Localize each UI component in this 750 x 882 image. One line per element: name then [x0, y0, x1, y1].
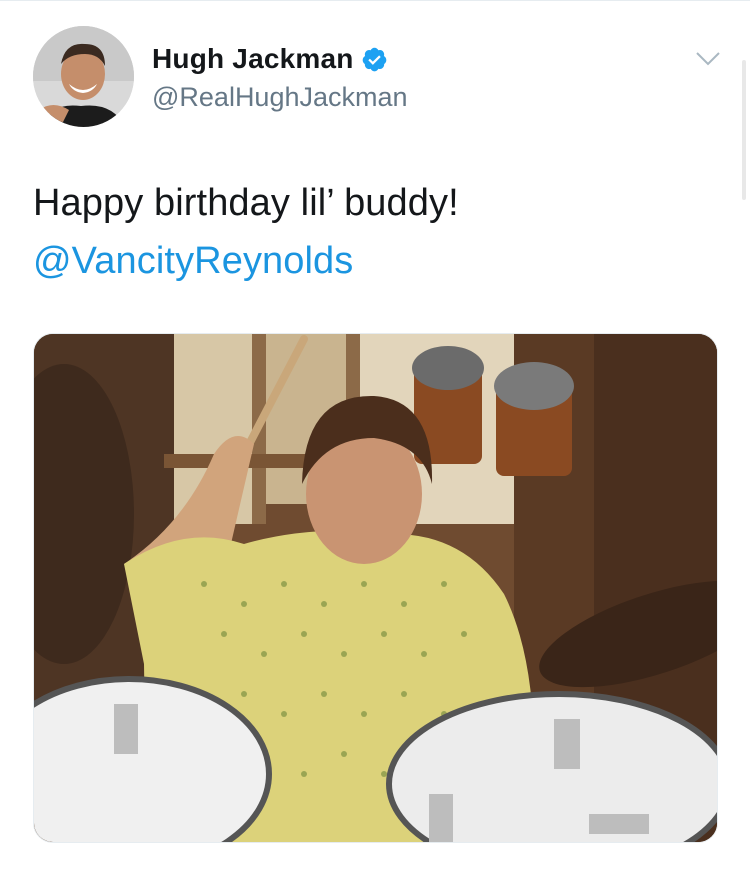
author-name[interactable]: Hugh Jackman: [152, 43, 354, 75]
scrollbar[interactable]: [742, 60, 746, 200]
tweet-media[interactable]: [33, 333, 718, 843]
tweet-card: Hugh Jackman @RealHughJackman Happy birt…: [0, 0, 750, 882]
chevron-down-icon[interactable]: [695, 50, 721, 68]
author-block: Hugh Jackman @RealHughJackman: [152, 42, 408, 113]
tweet-photo: [34, 334, 717, 842]
tweet-body: Happy birthday lil’ buddy!: [33, 182, 459, 224]
avatar-photo: [33, 26, 134, 127]
divider: [0, 0, 750, 1]
author-name-row: Hugh Jackman: [152, 42, 408, 76]
tweet-text: Happy birthday lil’ buddy! @VancityReyno…: [33, 174, 459, 290]
avatar[interactable]: [33, 26, 134, 127]
author-handle[interactable]: @RealHughJackman: [152, 82, 408, 113]
verified-badge-icon: [362, 47, 386, 71]
mention-link[interactable]: @VancityReynolds: [33, 232, 459, 290]
